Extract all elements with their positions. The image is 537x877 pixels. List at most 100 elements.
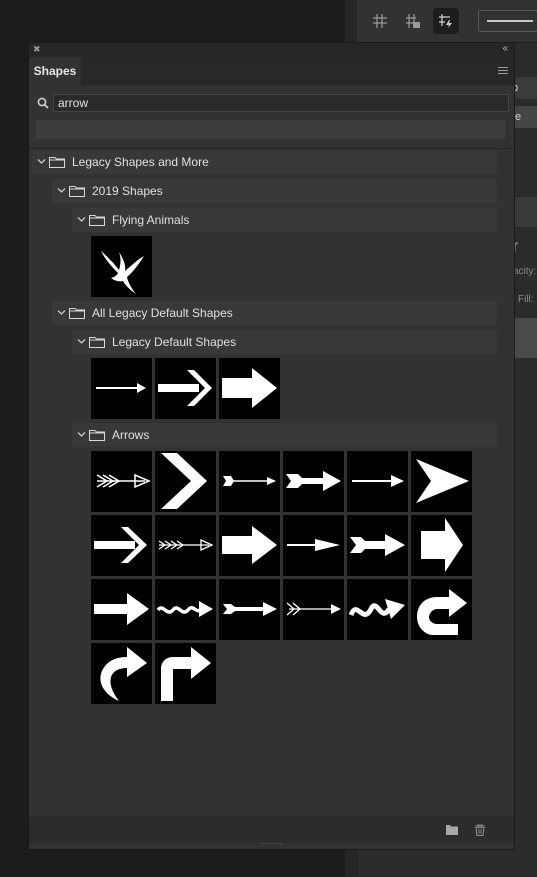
peek-field-te[interactable]: te: [510, 106, 537, 128]
shape-tile-chevron[interactable]: [155, 451, 216, 512]
chevron-down-icon[interactable]: [57, 186, 66, 195]
panel-footer: [29, 816, 514, 843]
divider: [29, 148, 514, 149]
chevron-down-icon[interactable]: [57, 308, 66, 317]
shape-tile-block-arrow-2[interactable]: [219, 515, 280, 576]
folder-icon: [69, 308, 85, 319]
shape-tile-arrowhead[interactable]: [411, 451, 472, 512]
panel-title-strip[interactable]: ✖ «: [29, 43, 514, 57]
arrow-feather-icon: [158, 538, 214, 552]
tree-label: Legacy Default Shapes: [112, 335, 237, 349]
shape-tile-curved-arrow[interactable]: [91, 643, 152, 704]
search-input[interactable]: [53, 94, 509, 112]
shape-tile-pentagon-arrow[interactable]: [411, 515, 472, 576]
shape-tile-swallow[interactable]: [91, 236, 152, 297]
shape-tile-u-turn-arrow[interactable]: [411, 579, 472, 640]
tree-row-legacy-default-shapes[interactable]: Legacy Default Shapes: [72, 330, 497, 354]
arrow-curved-icon: [100, 647, 147, 701]
trash-icon[interactable]: [473, 824, 487, 836]
arrow-notched-icon: [350, 534, 405, 556]
arrow-fletched-icon: [96, 473, 151, 489]
folder-icon: [69, 186, 85, 197]
tree-row-legacy-shapes-and-more[interactable]: Legacy Shapes and More: [32, 150, 497, 174]
arrow-squiggle-icon: [348, 599, 405, 619]
arrow-simple-icon: [352, 475, 404, 487]
search-results-strip: [36, 120, 505, 139]
panel-tabbar: Shapes: [29, 57, 514, 85]
arrow-thin-icon: [96, 383, 146, 393]
peek-type-glyph: r​: [513, 238, 519, 255]
peek-field-p[interactable]: p: [510, 77, 537, 99]
shape-tile-line-arrow[interactable]: [155, 358, 216, 419]
tree-label: 2019 Shapes: [92, 184, 163, 198]
chevron-shape-icon: [161, 453, 207, 509]
arrow-bold-fletched-icon: [286, 471, 341, 491]
shape-tile-feather-arrow-2[interactable]: [283, 579, 344, 640]
chevron-down-icon[interactable]: [37, 157, 46, 166]
tree-label: Arrows: [112, 428, 150, 442]
peek-layer-row[interactable]: [513, 318, 537, 358]
peek-header-bar: [513, 197, 537, 227]
arrow-block-icon: [222, 368, 277, 408]
arrow-block-icon: [222, 526, 277, 564]
shape-tile-notched-arrow[interactable]: [347, 515, 408, 576]
chevron-down-icon[interactable]: [77, 430, 86, 439]
arrow-thick-icon: [94, 593, 149, 625]
search-bar: [35, 94, 509, 112]
grid-align-icon: [373, 14, 387, 28]
arrow-dot-icon: [223, 476, 276, 486]
stroke-line-preview: [487, 20, 533, 22]
arrow-feather-icon: [286, 602, 341, 616]
tab-shapes[interactable]: Shapes: [29, 57, 81, 85]
opacity-label: acity:: [513, 266, 537, 277]
panel-menu-icon[interactable]: [498, 67, 508, 75]
collapse-icon[interactable]: «: [502, 42, 508, 56]
arrow-u-turn-icon: [417, 589, 467, 635]
shape-tile-feather-arrow[interactable]: [155, 515, 216, 576]
path-grid-icon: [406, 14, 420, 28]
shape-tile-tail-arrow[interactable]: [219, 579, 280, 640]
arrow-line-icon: [94, 527, 147, 563]
tree-row-arrows[interactable]: Arrows: [72, 423, 497, 447]
new-group-icon[interactable]: [445, 824, 459, 836]
shape-tile-block-arrow[interactable]: [219, 358, 280, 419]
shape-tile-thick-arrow[interactable]: [91, 579, 152, 640]
shapes-panel: ✖ « Shapes Legacy Shapes and More 2019 S…: [29, 43, 514, 849]
path-arrange-button[interactable]: [400, 8, 426, 34]
folder-icon: [89, 337, 105, 348]
shape-tile-bold-fletched[interactable]: [283, 451, 344, 512]
tree-row-flying-animals[interactable]: Flying Animals: [72, 208, 497, 232]
shape-tile-thin-arrow[interactable]: [91, 358, 152, 419]
shape-tile-taper-arrow[interactable]: [283, 515, 344, 576]
close-icon[interactable]: ✖: [33, 42, 41, 56]
path-options-button[interactable]: [433, 8, 459, 34]
folder-icon: [89, 430, 105, 441]
folder-icon: [49, 157, 65, 168]
shape-tile-squiggle-arrow[interactable]: [347, 579, 408, 640]
tree-row-all-legacy-default-shapes[interactable]: All Legacy Default Shapes: [52, 301, 497, 325]
align-edges-button[interactable]: [367, 8, 393, 34]
chevron-down-icon[interactable]: [77, 215, 86, 224]
shape-tile-dot-arrow[interactable]: [219, 451, 280, 512]
chevron-down-icon[interactable]: [77, 337, 86, 346]
path-gear-icon: [439, 14, 452, 28]
tree-label: Legacy Shapes and More: [72, 155, 209, 169]
shape-tile-fletched-arrow[interactable]: [91, 451, 152, 512]
bird-icon: [101, 251, 144, 294]
arrow-wavy-icon: [156, 601, 213, 617]
stroke-style-select[interactable]: [478, 10, 537, 32]
arrow-pentagon-icon: [421, 518, 463, 572]
arrowhead-icon: [416, 459, 469, 503]
fill-label: Fill:: [518, 294, 534, 305]
arrow-taper-icon: [287, 539, 340, 551]
shape-tile-bent-arrow[interactable]: [155, 643, 216, 704]
search-icon: [37, 97, 49, 109]
folder-icon: [89, 215, 105, 226]
resize-grip[interactable]: [261, 843, 281, 848]
shape-tile-wavy-arrow[interactable]: [155, 579, 216, 640]
tree-row-2019-shapes[interactable]: 2019 Shapes: [52, 179, 497, 203]
shape-tile-line-arrow-2[interactable]: [91, 515, 152, 576]
arrow-line-icon: [158, 370, 212, 406]
arrow-bent-icon: [161, 647, 211, 701]
shape-tile-simple-arrow[interactable]: [347, 451, 408, 512]
